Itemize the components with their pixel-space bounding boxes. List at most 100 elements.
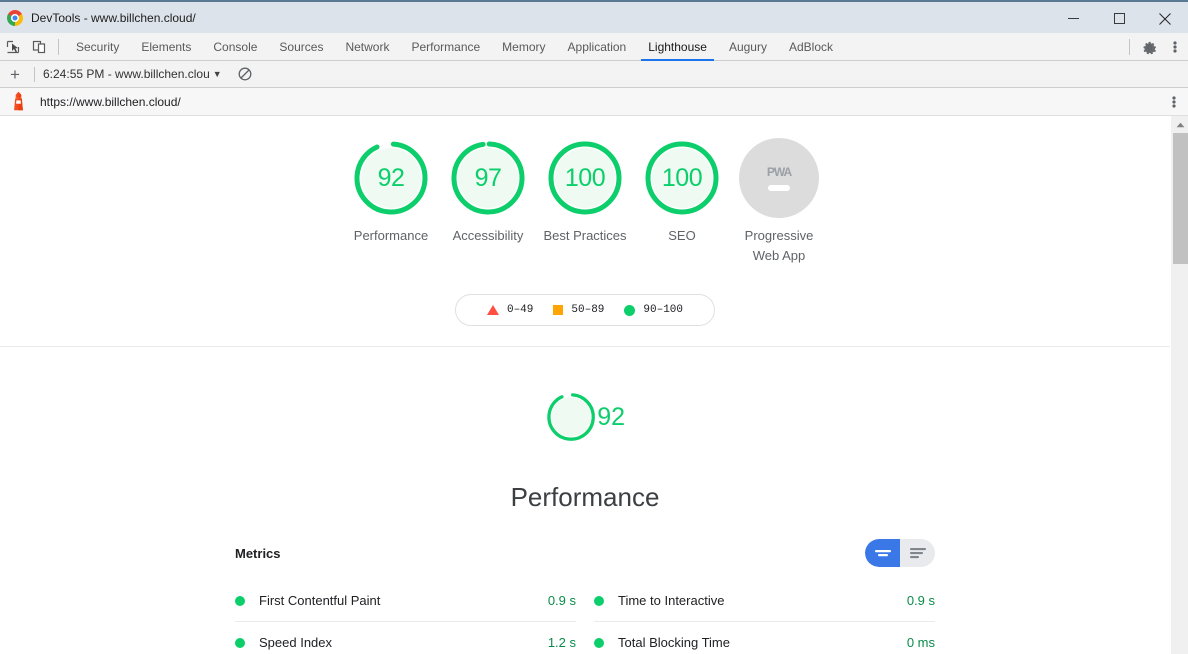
score-label-accessibility: Accessibility bbox=[452, 228, 524, 243]
circle-pass-icon bbox=[594, 595, 604, 606]
metric-value: 0 ms bbox=[906, 635, 935, 650]
score-label-performance: Performance bbox=[353, 228, 429, 243]
tab-lighthouse[interactable]: Lighthouse bbox=[637, 33, 718, 61]
lighthouse-icon bbox=[14, 92, 23, 111]
tabstrip-actions bbox=[1123, 33, 1188, 61]
score-gauge-best-practices[interactable]: 100 Best Practices bbox=[537, 138, 634, 266]
metrics-columns: First Contentful Paint 0.9 s Speed Index… bbox=[235, 580, 935, 654]
tab-sources[interactable]: Sources bbox=[268, 33, 334, 61]
gauge-arc-accessibility: 97 bbox=[448, 138, 528, 218]
score-label-pwa: Progressive Web App bbox=[744, 228, 814, 263]
tab-security[interactable]: Security bbox=[65, 33, 130, 61]
window-title: DevTools - www.billchen.cloud/ bbox=[31, 10, 196, 25]
clear-all-icon[interactable] bbox=[235, 64, 255, 84]
legend-range-average: 50–89 bbox=[571, 304, 605, 316]
inspect-element-icon[interactable] bbox=[0, 34, 26, 60]
score-value-accessibility: 97 bbox=[474, 163, 502, 192]
tab-adblock[interactable]: AdBlock bbox=[778, 33, 844, 61]
metric-row-total-blocking-time[interactable]: Total Blocking Time 0 ms bbox=[594, 622, 935, 654]
metrics-column-left: First Contentful Paint 0.9 s Speed Index… bbox=[235, 580, 576, 654]
legend-range-pass: 90–100 bbox=[643, 304, 684, 316]
scroll-up-arrow-icon[interactable] bbox=[1172, 116, 1188, 133]
device-toolbar-icon[interactable] bbox=[26, 34, 52, 60]
gear-icon[interactable] bbox=[1136, 34, 1162, 60]
metrics-header: Metrics bbox=[235, 538, 935, 568]
more-vertical-icon[interactable] bbox=[1162, 34, 1188, 60]
legend-range-fail: 0–49 bbox=[506, 304, 534, 316]
score-gauge-pwa[interactable]: PWA Progressive Web App bbox=[731, 138, 828, 266]
metric-value: 0.9 s bbox=[906, 593, 935, 608]
score-value-best-practices: 100 bbox=[564, 163, 606, 192]
tab-augury[interactable]: Augury bbox=[718, 33, 778, 61]
legend-item-fail: 0–49 bbox=[486, 304, 534, 316]
metric-row-time-to-interactive[interactable]: Time to Interactive 0.9 s bbox=[594, 580, 935, 622]
score-scale-legend: 0–49 50–89 90–100 bbox=[455, 294, 715, 326]
gauge-arc-best-practices: 100 bbox=[545, 138, 625, 218]
circle-pass-icon bbox=[235, 637, 245, 648]
metric-row-speed-index[interactable]: Speed Index 1.2 s bbox=[235, 622, 576, 654]
simple-view-icon[interactable] bbox=[865, 539, 900, 567]
report-content: 92 Performance 97 Accessibility 100 Best… bbox=[0, 116, 1170, 654]
report-more-icon[interactable] bbox=[1172, 88, 1176, 116]
metric-name: Speed Index bbox=[259, 635, 333, 650]
pwa-badge-text: PWA bbox=[766, 165, 792, 179]
metric-name: Total Blocking Time bbox=[618, 635, 730, 650]
lighthouse-report: 92 Performance 97 Accessibility 100 Best… bbox=[0, 116, 1188, 654]
report-selector-bar: + 6:24:55 PM - www.billchen.clou ▼ bbox=[0, 61, 1188, 88]
category-performance: 92 Performance Metrics First Contentful … bbox=[0, 347, 1170, 654]
scores-overview: 92 Performance 97 Accessibility 100 Best… bbox=[0, 116, 1170, 347]
window-titlebar: DevTools - www.billchen.cloud/ bbox=[0, 0, 1188, 33]
circle-pass-icon bbox=[624, 304, 636, 316]
expanded-view-icon[interactable] bbox=[900, 539, 935, 567]
minimize-button[interactable] bbox=[1050, 2, 1096, 35]
audited-url: https://www.billchen.cloud/ bbox=[40, 94, 181, 109]
score-gauge-seo[interactable]: 100 SEO bbox=[634, 138, 731, 266]
metrics-section-title: Metrics bbox=[235, 545, 281, 561]
score-value-seo: 100 bbox=[661, 163, 703, 192]
chevron-down-icon: ▼ bbox=[212, 69, 222, 79]
chrome-logo-icon bbox=[7, 9, 23, 26]
circle-pass-icon bbox=[594, 637, 604, 648]
devtools-tabstrip: Security Elements Console Sources Networ… bbox=[0, 33, 1188, 61]
scrollbar-thumb[interactable] bbox=[1173, 133, 1188, 264]
report-name-label: 6:24:55 PM - www.billchen.clou bbox=[43, 67, 210, 81]
window-controls bbox=[1050, 2, 1188, 35]
score-label-best-practices: Best Practices bbox=[543, 228, 627, 243]
report-scrollbar[interactable] bbox=[1171, 116, 1188, 654]
metric-value: 0.9 s bbox=[547, 593, 576, 608]
metrics-section: Metrics First Contentful Paint 0.9 s Spe… bbox=[235, 538, 935, 654]
metrics-column-right: Time to Interactive 0.9 s Total Blocking… bbox=[594, 580, 935, 654]
gauge-arc-seo: 100 bbox=[642, 138, 722, 218]
score-gauge-performance[interactable]: 92 Performance bbox=[343, 138, 440, 266]
lighthouse-url-bar: https://www.billchen.cloud/ bbox=[0, 88, 1188, 116]
tab-performance[interactable]: Performance bbox=[400, 33, 491, 61]
maximize-button[interactable] bbox=[1096, 2, 1142, 35]
category-gauge: 92 bbox=[545, 377, 625, 457]
tab-console[interactable]: Console bbox=[202, 33, 268, 61]
gauge-arc-performance: 92 bbox=[351, 138, 431, 218]
report-selector[interactable]: 6:24:55 PM - www.billchen.clou ▼ bbox=[43, 67, 222, 81]
tab-network[interactable]: Network bbox=[334, 33, 400, 61]
panel-tabs: Security Elements Console Sources Networ… bbox=[65, 33, 844, 61]
tab-elements[interactable]: Elements bbox=[130, 33, 202, 61]
reportbar-divider bbox=[34, 66, 35, 82]
metrics-view-toggle[interactable] bbox=[865, 539, 935, 567]
metric-name: First Contentful Paint bbox=[259, 593, 381, 608]
plus-icon[interactable]: + bbox=[4, 63, 26, 85]
tab-application[interactable]: Application bbox=[557, 33, 638, 61]
circle-pass-icon bbox=[235, 595, 245, 606]
score-value-performance: 92 bbox=[377, 163, 405, 192]
close-button[interactable] bbox=[1142, 2, 1188, 35]
toolbar-divider bbox=[58, 38, 59, 55]
square-average-icon bbox=[553, 305, 564, 315]
score-gauge-accessibility[interactable]: 97 Accessibility bbox=[440, 138, 537, 266]
pwa-badge: PWA bbox=[739, 138, 819, 218]
tab-memory[interactable]: Memory bbox=[491, 33, 556, 61]
metric-row-first-contentful-paint[interactable]: First Contentful Paint 0.9 s bbox=[235, 580, 576, 622]
triangle-fail-icon bbox=[486, 305, 499, 315]
metric-name: Time to Interactive bbox=[618, 593, 725, 608]
pwa-null-dash-icon bbox=[768, 185, 790, 191]
legend-item-average: 50–89 bbox=[553, 304, 604, 316]
metric-value: 1.2 s bbox=[547, 635, 576, 650]
score-gauges: 92 Performance 97 Accessibility 100 Best… bbox=[0, 138, 1170, 266]
